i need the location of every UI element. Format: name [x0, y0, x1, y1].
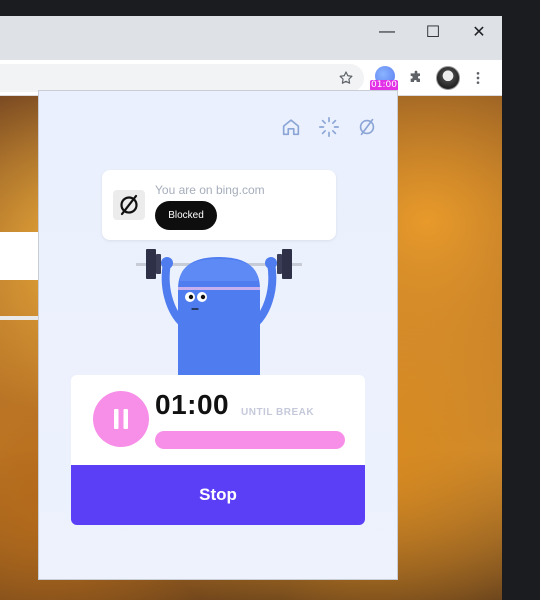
- address-bar[interactable]: [0, 64, 364, 92]
- maximize-icon: ☐: [425, 24, 441, 41]
- mascot-illustration: [136, 249, 302, 376]
- stop-button[interactable]: Stop: [71, 465, 365, 525]
- star-icon[interactable]: [334, 66, 358, 90]
- page-card: [0, 232, 40, 280]
- page-divider: [0, 316, 40, 320]
- break-progress-fill: [155, 431, 345, 449]
- home-icon[interactable]: [279, 115, 303, 139]
- minimize-icon: —: [379, 23, 395, 40]
- status-badge: Blocked: [155, 201, 217, 230]
- timer-label: UNTIL BREAK: [241, 407, 315, 418]
- close-button[interactable]: ✕: [456, 16, 502, 48]
- extension-button[interactable]: 01:00: [370, 63, 400, 93]
- timer-card: 01:00 UNTIL BREAK Stop: [71, 375, 365, 525]
- site-status-card: You are on bing.com Blocked: [102, 170, 336, 240]
- title-bar: — ☐ ✕: [0, 16, 502, 60]
- minimize-button[interactable]: —: [364, 16, 410, 48]
- current-site-text: You are on bing.com: [155, 183, 265, 197]
- avatar[interactable]: [436, 66, 460, 90]
- loading-icon[interactable]: [317, 115, 341, 139]
- timer-value: 01:00: [155, 389, 230, 420]
- extension-popup: You are on bing.com Blocked 01:00 UNTIL …: [38, 90, 398, 580]
- puzzle-icon[interactable]: [404, 66, 428, 90]
- block-icon[interactable]: [355, 115, 379, 139]
- close-icon: ✕: [472, 24, 486, 41]
- break-progress-bar: [155, 431, 345, 449]
- maximize-button[interactable]: ☐: [410, 16, 456, 48]
- more-icon[interactable]: [466, 66, 490, 90]
- pause-button[interactable]: [93, 391, 149, 447]
- pause-icon: [114, 409, 128, 429]
- block-icon: [113, 190, 145, 220]
